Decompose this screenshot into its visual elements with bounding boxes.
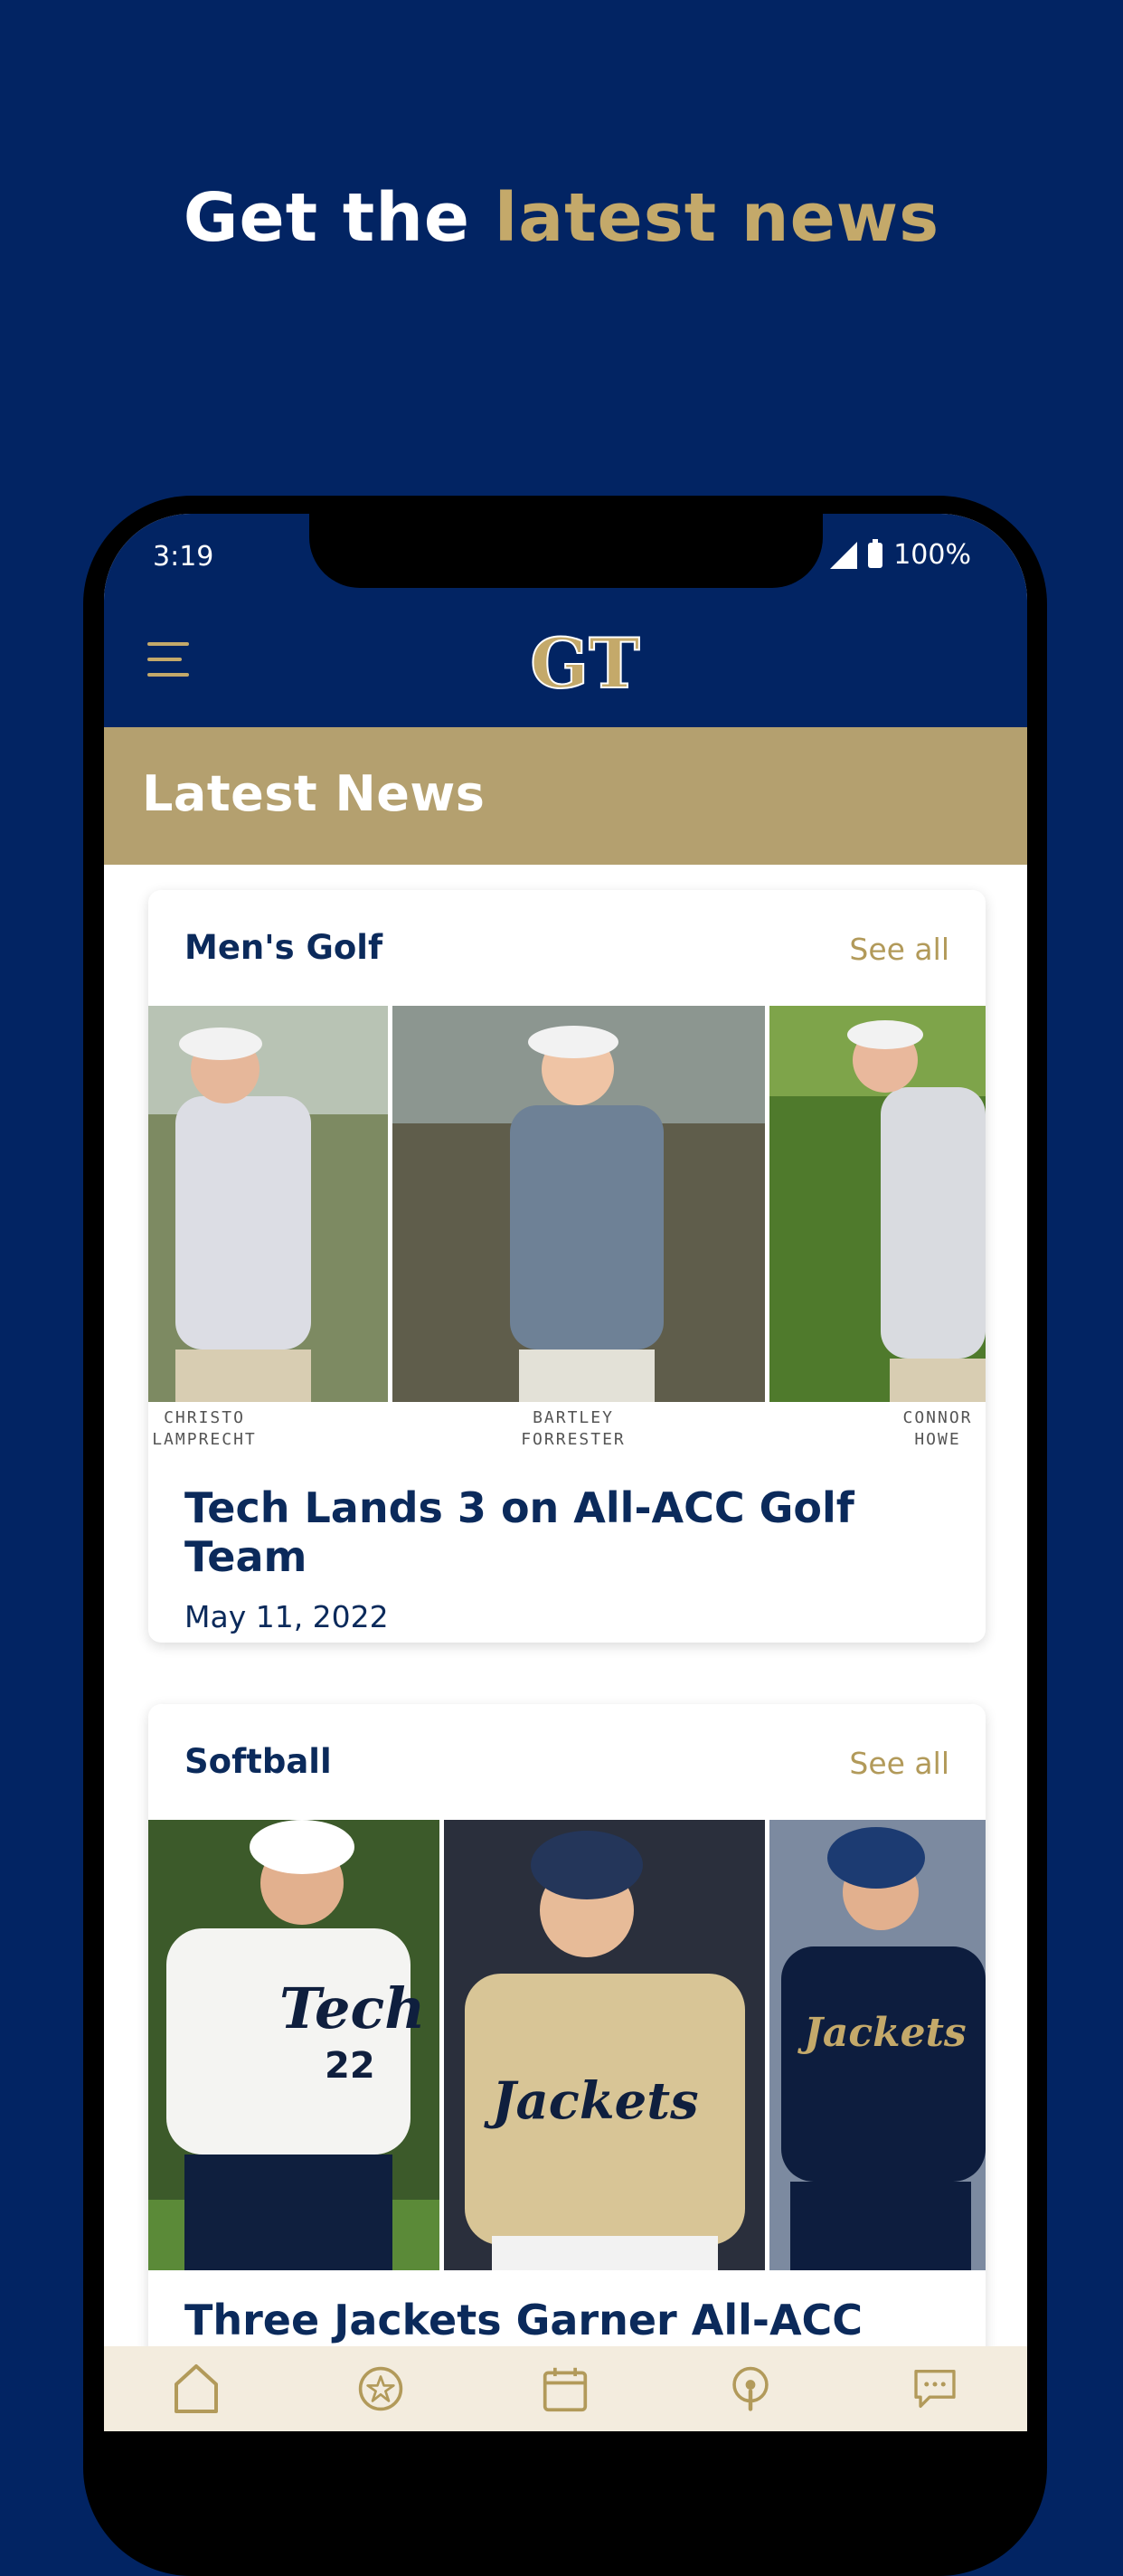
- headline-gold: latest news: [494, 179, 940, 257]
- home-icon[interactable]: [173, 2363, 220, 2415]
- caption-player-2: BARTLEY FORRESTER: [521, 1408, 626, 1449]
- card-sport-title: Men's Golf: [184, 928, 383, 967]
- battery-icon: [868, 538, 883, 568]
- image-captions: CHRISTO LAMPRECHT BARTLEY FORRESTER CONN…: [148, 1402, 986, 1456]
- battery-percent: 100%: [893, 539, 971, 571]
- status-bar: 3:19 100%: [104, 514, 1027, 595]
- calendar-icon[interactable]: [542, 2363, 589, 2415]
- article-date: May 11, 2022: [184, 1599, 389, 1634]
- svg-text:GT: GT: [530, 628, 639, 700]
- news-card-mens-golf[interactable]: Men's Golf See all CHRISTO LAMPRECHT BAR…: [148, 890, 986, 1643]
- gt-logo[interactable]: GT: [529, 628, 641, 700]
- card-sport-title: Softball: [184, 1742, 332, 1781]
- section-banner: Latest News: [104, 727, 1027, 865]
- promo-headline: Get the latest news: [0, 174, 1123, 262]
- news-card-softball[interactable]: Softball See all Tech 22 Jackets Jackets…: [148, 1704, 986, 2431]
- status-indicators: 100%: [830, 538, 971, 571]
- svg-text:Jackets: Jackets: [797, 2010, 967, 2056]
- bottom-navigation: [104, 2346, 1027, 2431]
- article-title[interactable]: Tech Lands 3 on All-ACC Golf Team: [148, 1483, 986, 1581]
- article-image[interactable]: Tech 22 Jackets Jackets: [148, 1820, 986, 2270]
- article-title[interactable]: Three Jackets Garner All-ACC: [148, 2296, 986, 2344]
- card-header: Softball See all: [148, 1704, 986, 1820]
- status-time: 3:19: [153, 541, 214, 573]
- card-header: Men's Golf See all: [148, 890, 986, 1006]
- softball-photo-collage: Tech 22 Jackets Jackets: [148, 1820, 986, 2270]
- article-image[interactable]: CHRISTO LAMPRECHT BARTLEY FORRESTER CONN…: [148, 1006, 986, 1456]
- caption-player-3: CONNOR HOWE: [902, 1408, 973, 1449]
- svg-text:Tech: Tech: [279, 1975, 425, 2041]
- star-icon[interactable]: [357, 2363, 404, 2415]
- golf-photo-collage: [148, 1006, 986, 1404]
- app-screen: 3:19 100% GT Latest News Men's Golf See …: [104, 514, 1027, 2431]
- see-all-link[interactable]: See all: [849, 932, 949, 967]
- menu-icon[interactable]: [147, 642, 189, 678]
- app-bar: GT: [104, 595, 1027, 727]
- headline-white: Get the: [183, 179, 495, 257]
- svg-text:22: 22: [325, 2045, 375, 2087]
- camera-notch: [309, 514, 823, 588]
- page-title: Latest News: [142, 765, 486, 822]
- signal-icon: [830, 541, 858, 569]
- chat-icon[interactable]: [911, 2363, 958, 2415]
- podcast-icon[interactable]: [727, 2363, 774, 2415]
- caption-player-1: CHRISTO LAMPRECHT: [152, 1408, 257, 1449]
- svg-text:Jackets: Jackets: [484, 2071, 699, 2131]
- see-all-link[interactable]: See all: [849, 1746, 949, 1781]
